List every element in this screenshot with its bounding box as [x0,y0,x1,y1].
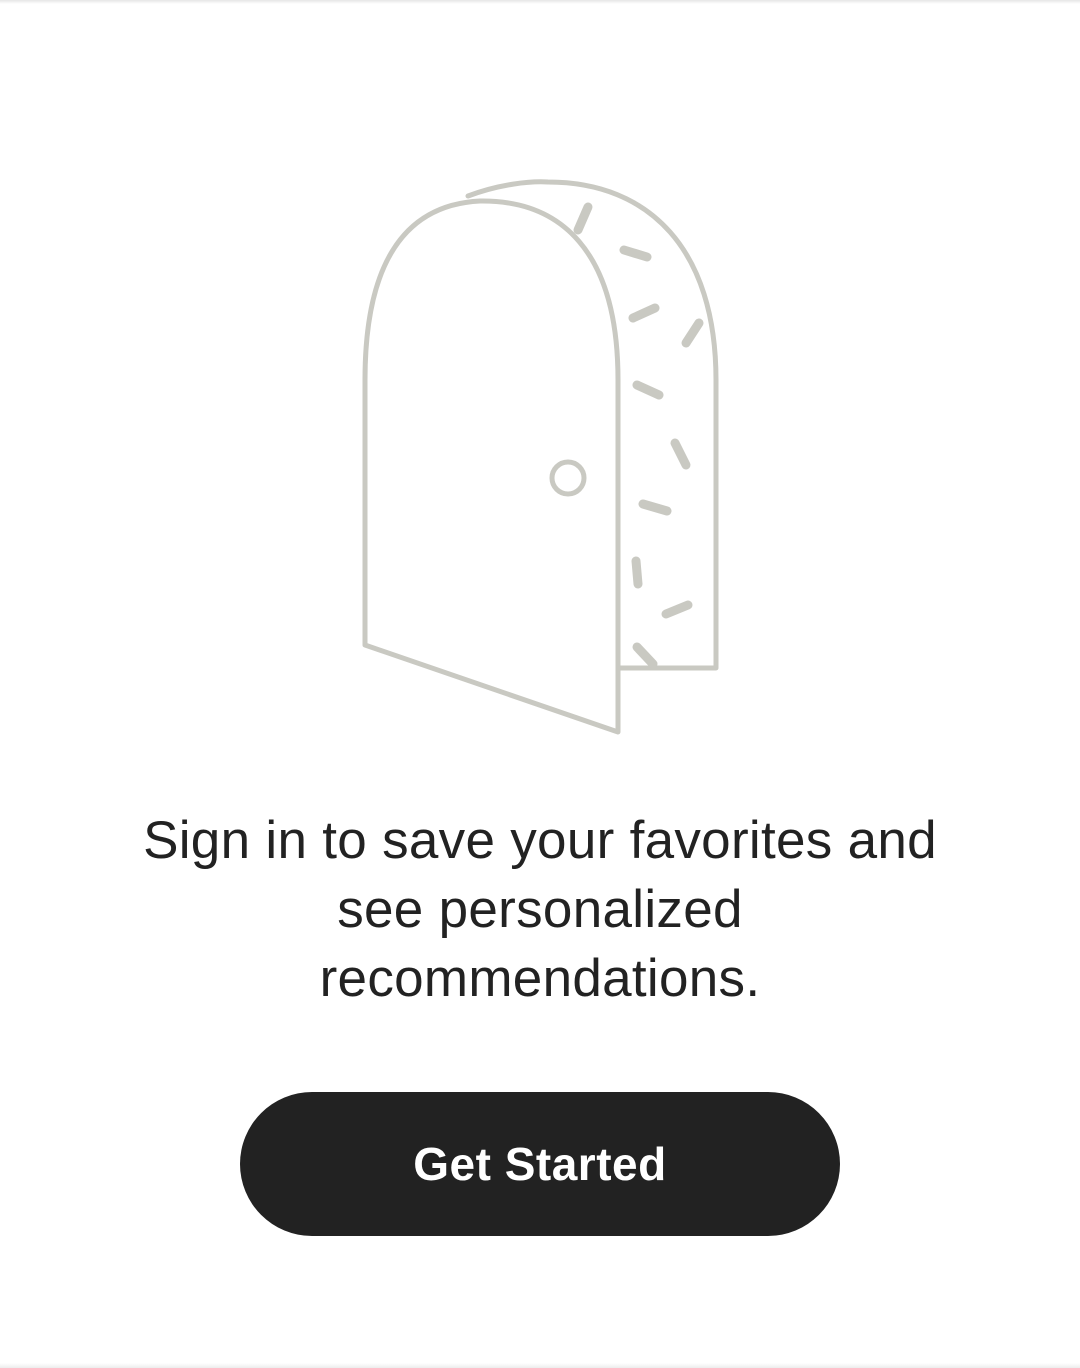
message-line-2: see personalized [337,880,743,939]
top-shadow-divider [0,0,1080,4]
message-line-1: Sign in to save your favorites and [143,811,937,870]
bottom-shadow-divider [0,1363,1080,1368]
door-frame [465,179,719,671]
message-line-3: recommendations. [319,949,761,1008]
get-started-button[interactable]: Get Started [240,1092,840,1236]
sign-in-message: Sign in to save your favorites and see p… [90,806,990,1013]
door-knob [549,459,587,497]
sprinkle-marks [573,202,704,669]
open-door-icon [362,179,719,735]
